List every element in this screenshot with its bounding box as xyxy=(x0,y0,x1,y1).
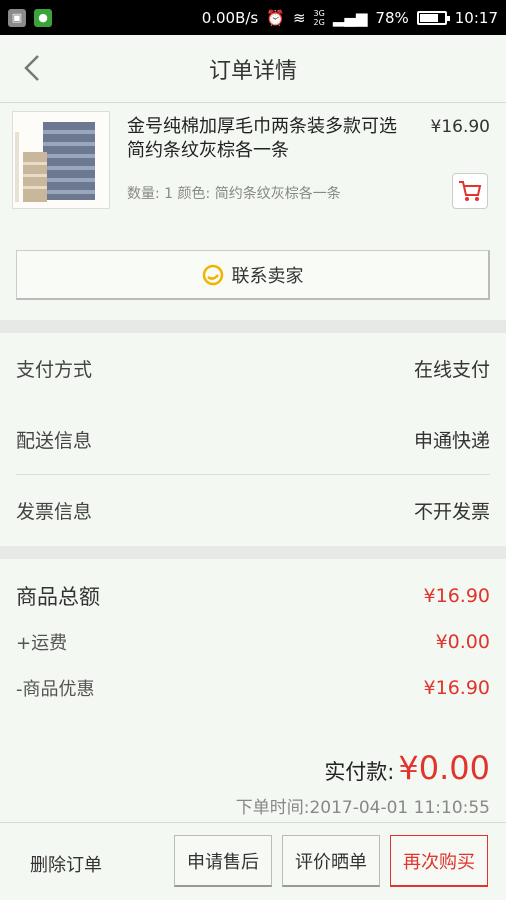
alarm-icon: ⏰ xyxy=(266,8,285,27)
product-price: ¥16.90 xyxy=(430,117,490,137)
shipping-value: ¥0.00 xyxy=(435,631,490,653)
section-divider xyxy=(0,546,506,559)
product-image[interactable] xyxy=(12,111,110,209)
shipping-row: +运费 ¥0.00 xyxy=(16,629,490,655)
order-info: 支付方式 在线支付 配送信息 申通快递 发票信息 不开发票 xyxy=(0,333,506,546)
clock: 10:17 xyxy=(454,8,498,27)
battery-fill xyxy=(419,13,439,22)
delivery-label: 配送信息 xyxy=(16,429,93,452)
invoice-label: 发票信息 xyxy=(16,500,93,523)
discount-row: -商品优惠 ¥16.90 xyxy=(16,675,490,701)
delivery-value: 申通快递 xyxy=(413,429,490,452)
payment-row: 支付方式 在线支付 xyxy=(16,333,490,403)
review-button[interactable]: 评价晒单 xyxy=(282,835,380,887)
order-totals: 商品总额 ¥16.90 +运费 ¥0.00 -商品优惠 ¥16.90 实付款: … xyxy=(0,559,506,822)
page-title: 订单详情 xyxy=(208,58,297,84)
contact-seller-label: 联系卖家 xyxy=(231,265,304,287)
delivery-row[interactable]: 配送信息 申通快递 xyxy=(16,404,490,474)
chat-icon xyxy=(202,264,223,285)
network-type: 3G 2G xyxy=(313,8,325,27)
contact-section: 联系卖家 xyxy=(0,230,506,320)
paid-amount-row: 实付款: ¥0.00 xyxy=(324,749,490,787)
signal-icon: ▂▄▆ xyxy=(332,8,368,27)
contact-seller-button[interactable]: 联系卖家 xyxy=(16,250,490,300)
shipping-label: +运费 xyxy=(16,633,68,654)
battery-icon xyxy=(416,10,450,25)
paid-value: ¥0.00 xyxy=(398,749,490,787)
product-spec: 数量: 1 颜色: 简约条纹灰棕各一条 xyxy=(127,186,341,202)
rebuy-button[interactable]: 再次购买 xyxy=(390,835,488,887)
product-title: 金号纯棉加厚毛巾两条装多款可选 简约条纹灰棕各一条 xyxy=(127,116,397,161)
wifi-icon: ≋ xyxy=(292,8,306,27)
goods-total-value: ¥16.90 xyxy=(423,585,490,607)
notification-app-icon: ▣ xyxy=(8,8,26,27)
bottom-action-bar: 删除订单 申请售后 评价晒单 再次购买 xyxy=(0,822,506,900)
invoice-row: 发票信息 不开发票 xyxy=(16,475,490,545)
nav-bar: 订单详情 xyxy=(0,35,506,103)
net-speed: 0.00B/s xyxy=(201,8,259,27)
back-arrow-icon[interactable] xyxy=(18,53,48,83)
section-divider xyxy=(0,320,506,333)
goods-total-row: 商品总额 ¥16.90 xyxy=(16,581,490,611)
discount-label: -商品优惠 xyxy=(16,679,95,700)
battery-percent: 78% xyxy=(375,8,409,27)
payment-label: 支付方式 xyxy=(16,358,93,381)
invoice-value: 不开发票 xyxy=(413,500,490,523)
wechat-icon: ● xyxy=(34,8,52,27)
cart-icon xyxy=(459,181,482,201)
delete-order-button[interactable]: 删除订单 xyxy=(30,851,102,877)
goods-total-label: 商品总额 xyxy=(16,585,100,609)
add-to-cart-button[interactable] xyxy=(452,173,488,209)
product-item[interactable]: 金号纯棉加厚毛巾两条装多款可选 简约条纹灰棕各一条 ¥16.90 数量: 1 颜… xyxy=(0,103,506,230)
payment-value: 在线支付 xyxy=(413,358,490,381)
status-bar: ▣ ● 0.00B/s ⏰ ≋ 3G 2G ▂▄▆ 78% 10:17 xyxy=(0,0,506,35)
after-sale-button[interactable]: 申请售后 xyxy=(174,835,272,887)
order-time: 下单时间:2017-04-01 11:10:55 xyxy=(235,798,490,818)
paid-label: 实付款: xyxy=(324,760,395,784)
discount-value: ¥16.90 xyxy=(423,677,490,699)
